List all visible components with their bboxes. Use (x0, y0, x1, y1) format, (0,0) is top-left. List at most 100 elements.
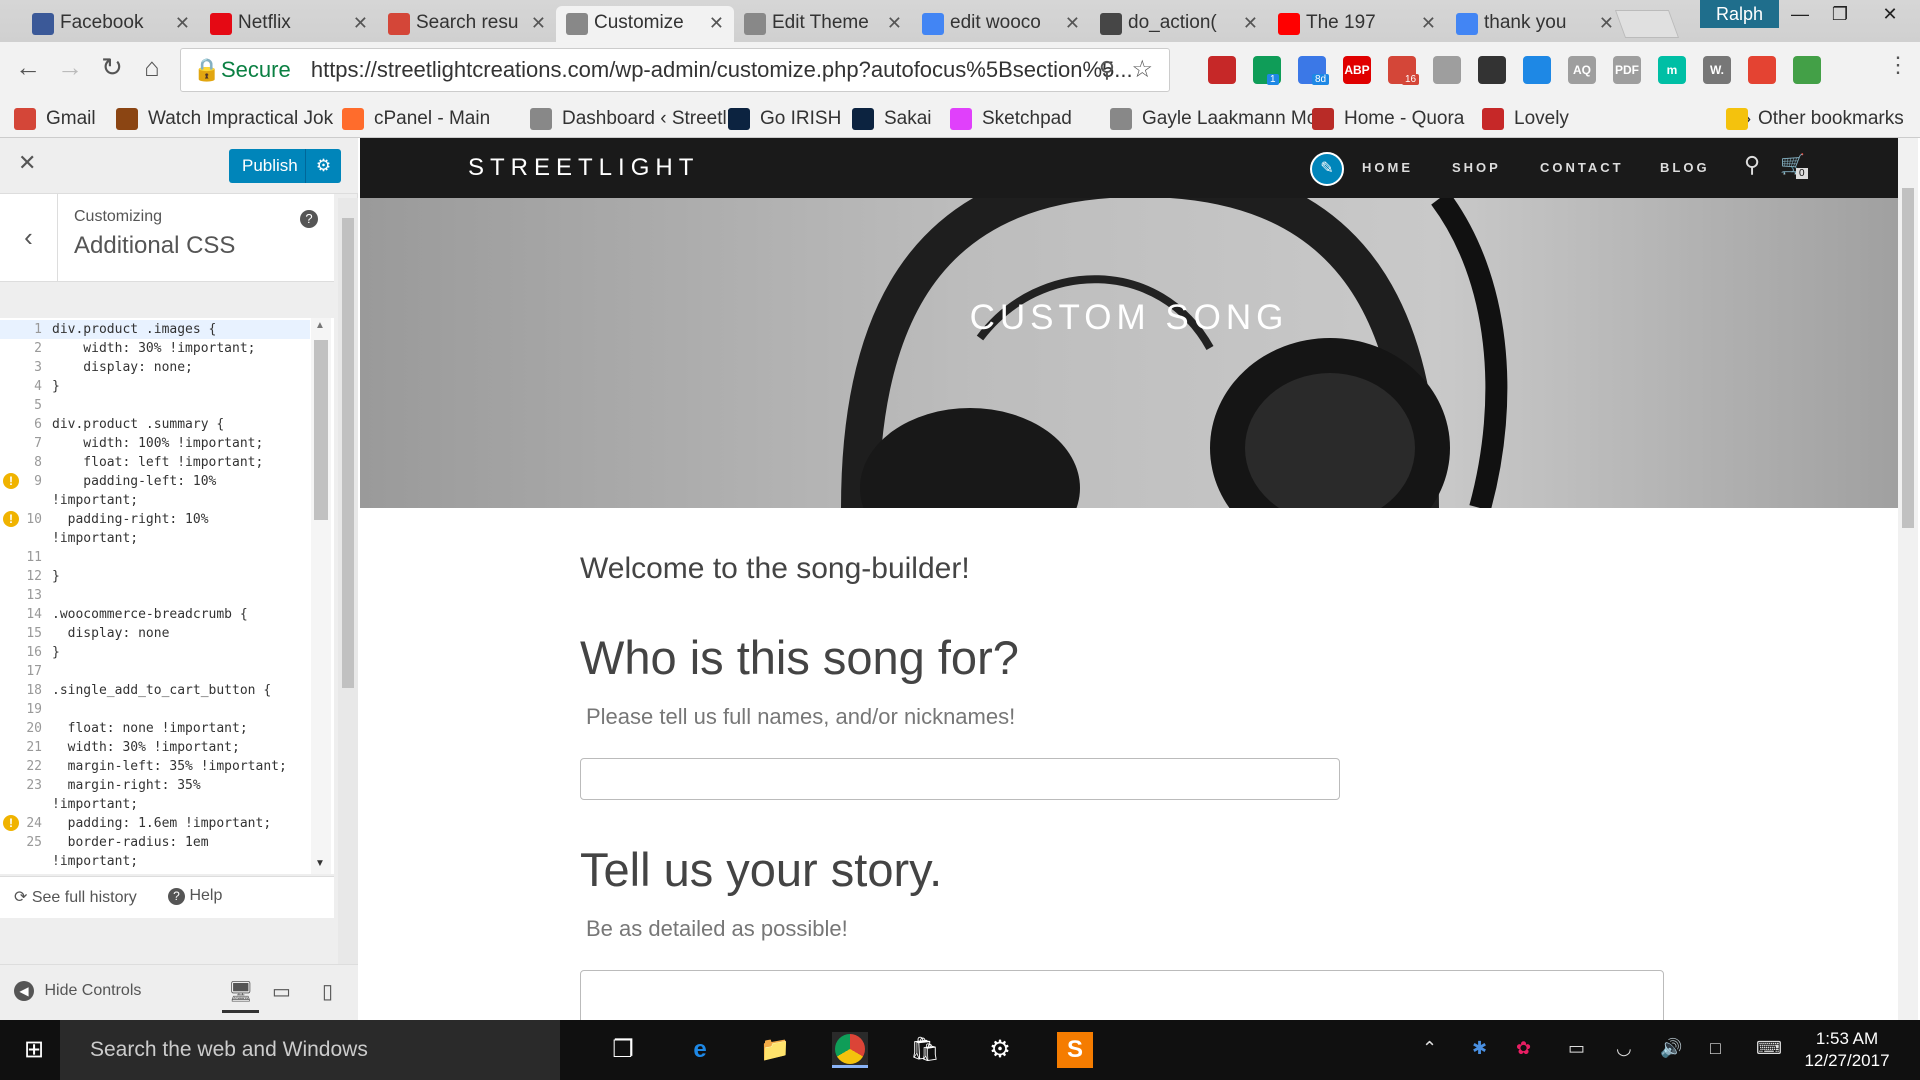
bookmark-item[interactable]: Sketchpad (950, 106, 1072, 132)
pdf-ext-icon[interactable]: PDF (1613, 56, 1641, 84)
publish-button[interactable]: Publish ⚙ (229, 149, 341, 183)
settings-gear-icon[interactable]: ⚙ (982, 1032, 1018, 1068)
file-explorer-icon[interactable]: 📁 (757, 1032, 793, 1068)
warning-icon[interactable]: ! (3, 511, 19, 527)
nav-contact[interactable]: CONTACT (1540, 160, 1624, 175)
bookmark-ext-icon[interactable] (1208, 56, 1236, 84)
chrome-icon[interactable] (832, 1032, 868, 1068)
clipboard-ext-icon[interactable] (1433, 56, 1461, 84)
home-button[interactable]: ⌂ (134, 52, 170, 83)
back-chevron-icon[interactable]: ‹ (0, 194, 58, 282)
browser-tab[interactable]: Facebook ✕ (22, 6, 200, 42)
bookmark-item[interactable]: Go IRISH (728, 106, 841, 132)
keyboard-icon[interactable]: ⌨ (1756, 1038, 1782, 1059)
hide-controls-button[interactable]: ◀ Hide Controls (14, 981, 141, 1001)
volume-icon[interactable]: 🔊 (1660, 1038, 1682, 1059)
browser-tab[interactable]: The 197 ✕ (1268, 6, 1446, 42)
reload-button[interactable]: ↻ (94, 52, 130, 83)
close-customizer-icon[interactable]: ✕ (18, 150, 36, 176)
preview-scroll-thumb[interactable] (1902, 188, 1914, 528)
adblock-icon[interactable]: ABP (1343, 56, 1371, 84)
browser-tab[interactable]: Edit Theme ✕ (734, 6, 912, 42)
close-tab-icon[interactable]: ✕ (709, 6, 724, 40)
publish-settings-gear-icon[interactable]: ⚙ (305, 149, 341, 183)
notifications-icon[interactable]: □ (1710, 1038, 1721, 1059)
wifi-icon[interactable]: ◡ (1616, 1038, 1632, 1059)
taskbar-search[interactable]: Search the web and Windows (60, 1020, 560, 1080)
star-icon[interactable]: ☆ (1131, 49, 1153, 91)
desktop-preview-icon[interactable]: 🖥 (222, 979, 260, 1013)
task-view-icon[interactable]: ❐ (605, 1032, 641, 1068)
browser-tab[interactable]: Search resu ✕ (378, 6, 556, 42)
menu-icon[interactable]: ⋮ (1880, 52, 1916, 78)
browser-tab[interactable]: thank you ✕ (1446, 6, 1624, 42)
store-icon[interactable]: 🛍 (907, 1032, 943, 1068)
bookmark-item[interactable]: Dashboard ‹ Streetlig (530, 106, 742, 132)
close-tab-icon[interactable]: ✕ (1421, 6, 1436, 40)
aq-ext-icon[interactable]: AQ (1568, 56, 1596, 84)
browser-tab[interactable]: Netflix ✕ (200, 6, 378, 42)
bookmark-item[interactable]: Gmail (14, 106, 96, 132)
scroll-up-icon[interactable]: ▲ (315, 320, 325, 331)
scroll-down-icon[interactable]: ▼ (315, 858, 325, 869)
close-tab-icon[interactable]: ✕ (1243, 6, 1258, 40)
minimize-button[interactable]: — (1780, 0, 1820, 28)
back-button[interactable]: ← (10, 52, 46, 83)
warning-icon[interactable]: ! (3, 815, 19, 831)
close-tab-icon[interactable]: ✕ (1065, 6, 1080, 40)
tablet-preview-icon[interactable]: ▭ (272, 979, 291, 1004)
frog-ext-icon[interactable] (1793, 56, 1821, 84)
sublime-text-icon[interactable]: S (1057, 1032, 1093, 1068)
maximize-button[interactable]: ❐ (1820, 0, 1860, 28)
sidebar-scrollbar[interactable] (338, 198, 358, 964)
close-tab-icon[interactable]: ✕ (531, 6, 546, 40)
bookmark-item[interactable]: cPanel - Main (342, 106, 490, 132)
warning-icon[interactable]: ! (3, 473, 19, 489)
close-tab-icon[interactable]: ✕ (1599, 6, 1614, 40)
history-link[interactable]: ⟳ See full history (14, 887, 137, 907)
zoom-icon[interactable]: ⚲ (1099, 49, 1115, 91)
site-brand[interactable]: STREETLIGHT (468, 154, 699, 182)
profile-button[interactable]: Ralph (1700, 0, 1780, 28)
mobile-preview-icon[interactable]: ▯ (322, 979, 333, 1004)
close-tab-icon[interactable]: ✕ (887, 6, 902, 40)
app-tray-icon[interactable]: ✿ (1516, 1038, 1531, 1059)
editor-scroll-thumb[interactable] (314, 340, 328, 520)
names-input[interactable] (580, 758, 1340, 800)
w-ext-icon[interactable]: W. (1703, 56, 1731, 84)
new-tab-button[interactable] (1614, 10, 1680, 38)
close-window-button[interactable]: ✕ (1862, 0, 1918, 28)
todoist-ext-icon[interactable] (1748, 56, 1776, 84)
nav-blog[interactable]: BLOG (1660, 160, 1710, 175)
editor-scrollbar[interactable]: ▲ ▼ (311, 318, 331, 874)
preview-scrollbar[interactable] (1898, 138, 1918, 1020)
browser-tab[interactable]: do_action(✕ (1090, 6, 1268, 42)
edit-shortcut-pencil-icon[interactable]: ✎ (1310, 152, 1344, 186)
forward-button[interactable]: → (52, 52, 88, 83)
other-bookmarks[interactable]: Other bookmarks (1726, 106, 1904, 132)
close-tab-icon[interactable]: ✕ (175, 6, 190, 40)
site-search-icon[interactable]: ⚲ (1744, 152, 1760, 178)
css-code-editor[interactable]: ▲ ▼ 1 div.product .images {2 width: 30% !… (0, 318, 334, 874)
m-circle-ext-icon[interactable]: m (1658, 56, 1686, 84)
sidebar-scroll-thumb[interactable] (342, 218, 354, 688)
m-ext-icon[interactable] (1523, 56, 1551, 84)
film-ext-icon[interactable] (1478, 56, 1506, 84)
bookmark-item[interactable]: Sakai (852, 106, 932, 132)
nav-home[interactable]: HOME (1362, 160, 1413, 175)
help-icon[interactable]: ? (300, 210, 318, 228)
windows-start-icon[interactable]: ⊞ (16, 1032, 52, 1068)
taskbar-clock[interactable]: 1:53 AM 12/27/2017 (1792, 1028, 1902, 1072)
edge-icon[interactable]: e (682, 1032, 718, 1068)
address-bar[interactable]: 🔒 Secure https://streetlightcreations.co… (180, 48, 1170, 92)
bookmark-item[interactable]: Watch Impractical Jok (116, 106, 333, 132)
story-textarea[interactable] (580, 970, 1664, 1020)
bluetooth-icon[interactable]: ✱ (1472, 1038, 1487, 1059)
nav-shop[interactable]: SHOP (1452, 160, 1501, 175)
battery-icon[interactable]: ▭ (1568, 1038, 1585, 1059)
bookmark-item[interactable]: Lovely (1482, 106, 1569, 132)
close-tab-icon[interactable]: ✕ (353, 6, 368, 40)
bookmark-item[interactable]: Home - Quora (1312, 106, 1464, 132)
bookmark-item[interactable]: Gayle Laakmann McD (1110, 106, 1330, 132)
browser-tab[interactable]: Customize ✕ (556, 6, 734, 42)
